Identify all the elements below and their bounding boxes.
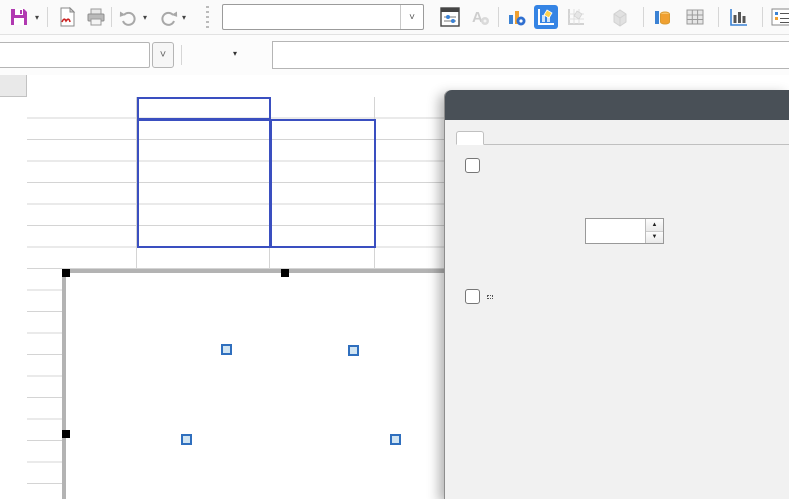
- formula-bar: ˅ ▾: [0, 35, 789, 76]
- save-icon: [9, 7, 29, 27]
- sum-dropdown-arrow[interactable]: ▾: [233, 49, 237, 58]
- data-ranges-icon: [651, 6, 673, 28]
- legend-toggle-button[interactable]: [770, 5, 789, 29]
- clockwise-checkbox[interactable]: [465, 158, 480, 173]
- series-selection-handle[interactable]: [390, 434, 401, 445]
- format-selection-icon: [439, 6, 461, 28]
- name-box[interactable]: [0, 42, 150, 68]
- toolbar-separator: [47, 7, 48, 27]
- chart-element-selector[interactable]: ˅: [222, 4, 424, 30]
- data-table-button[interactable]: [683, 5, 707, 29]
- series-selection-handle[interactable]: [348, 345, 359, 356]
- select-all-corner[interactable]: [0, 75, 27, 97]
- horizontal-grids-button[interactable]: [726, 5, 750, 29]
- series-selection-handle[interactable]: [221, 344, 232, 355]
- format-chart-wall-button[interactable]: [534, 5, 558, 29]
- toolbar-separator: [718, 7, 719, 27]
- hidden-cells-label: [488, 296, 492, 298]
- legend-icon: [770, 6, 789, 28]
- toolbar-separator: [643, 7, 644, 27]
- toolbar-drag-handle: [206, 6, 209, 28]
- label-range-outline: [137, 97, 271, 120]
- dialog-titlebar[interactable]: [445, 90, 789, 120]
- angle-dial[interactable]: [473, 182, 571, 280]
- chart-wall-paint-icon: [535, 6, 557, 28]
- format-selection-button[interactable]: [438, 5, 462, 29]
- format-character-button[interactable]: A: [468, 5, 492, 29]
- grid-lines: [27, 269, 62, 499]
- hidden-cells-checkbox[interactable]: [465, 289, 480, 304]
- angle-spinner[interactable]: ▲ ▼: [585, 218, 664, 244]
- redo-dropdown-arrow[interactable]: ▾: [178, 12, 190, 22]
- toolbar-separator: [498, 7, 499, 27]
- save-button[interactable]: [7, 5, 31, 29]
- pdf-icon: [57, 7, 77, 27]
- spin-up-button[interactable]: ▲: [646, 219, 663, 232]
- grids-icon: [727, 6, 749, 28]
- series-selection-handle[interactable]: [181, 434, 192, 445]
- redo-button[interactable]: [156, 5, 180, 29]
- chevron-down-icon[interactable]: ˅: [400, 5, 423, 29]
- spin-down-button[interactable]: ▼: [646, 232, 663, 244]
- tab-area[interactable]: [484, 130, 512, 144]
- printer-icon: [86, 7, 106, 27]
- object-resize-handle[interactable]: [281, 269, 289, 277]
- table-grid-icon: [684, 6, 706, 28]
- chart-floor-paint-icon: [565, 6, 587, 28]
- data-series-dialog: ▲ ▼: [444, 90, 789, 499]
- tab-options[interactable]: [456, 131, 484, 145]
- tab-borders[interactable]: [540, 130, 568, 144]
- chart-edit-frame[interactable]: [62, 269, 444, 499]
- chart-type-icon: [505, 6, 527, 28]
- undo-button[interactable]: [117, 5, 141, 29]
- toolbar: ▾ ▾: [0, 0, 789, 35]
- print-button[interactable]: [84, 5, 108, 29]
- object-resize-handle[interactable]: [62, 269, 70, 277]
- tab-transparency[interactable]: [512, 130, 540, 144]
- format-chart-floor-button[interactable]: [564, 5, 588, 29]
- formula-bar-separator: [181, 45, 182, 65]
- character-gear-icon: A: [469, 6, 491, 28]
- chart-type-button[interactable]: [504, 5, 528, 29]
- export-pdf-button[interactable]: [55, 5, 79, 29]
- cube-3d-icon: [609, 6, 631, 28]
- dialog-tabbar: [456, 130, 789, 145]
- undo-dropdown-arrow[interactable]: ▾: [139, 12, 151, 22]
- toolbar-separator: [762, 7, 763, 27]
- name-box-dropdown[interactable]: ˅: [152, 42, 174, 68]
- redo-icon: [158, 7, 178, 27]
- app-window: ▾ ▾: [0, 0, 789, 499]
- object-resize-handle[interactable]: [62, 430, 70, 438]
- toolbar-separator: [111, 7, 112, 27]
- formula-input[interactable]: [272, 41, 789, 69]
- svg-text:A: A: [472, 9, 483, 26]
- values-range-outline: [137, 119, 271, 248]
- data-ranges-button[interactable]: [650, 5, 674, 29]
- 3d-view-button[interactable]: [608, 5, 632, 29]
- dialog-content: ▲ ▼: [445, 145, 789, 304]
- undo-icon: [119, 7, 139, 27]
- colors-range-outline: [270, 119, 376, 248]
- donut-hole: [215, 365, 362, 499]
- save-dropdown-arrow[interactable]: ▾: [31, 12, 43, 22]
